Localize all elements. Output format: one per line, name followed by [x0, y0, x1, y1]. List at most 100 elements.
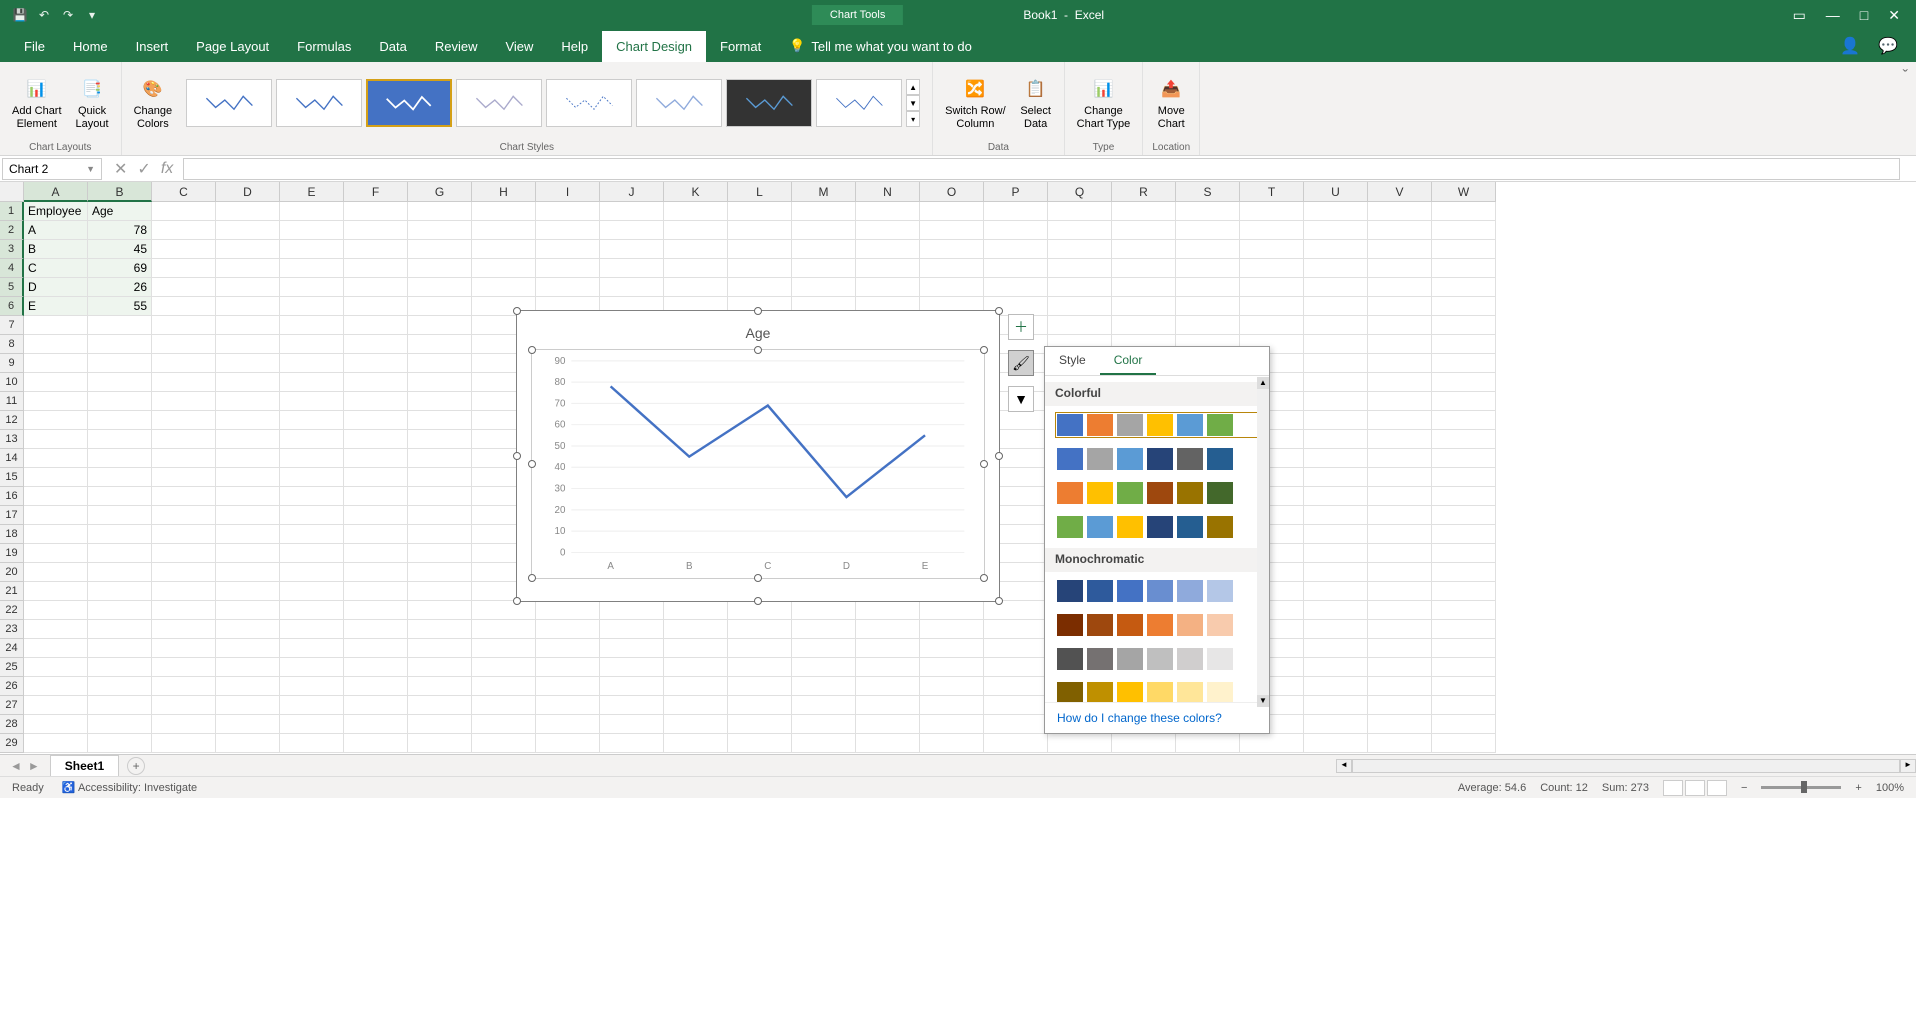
cell[interactable] [216, 221, 280, 240]
cell[interactable] [216, 240, 280, 259]
cell[interactable]: 26 [88, 278, 152, 297]
cell[interactable] [1368, 563, 1432, 582]
cell[interactable]: 55 [88, 297, 152, 316]
cell[interactable] [344, 373, 408, 392]
row-header[interactable]: 4 [0, 259, 24, 278]
cell[interactable] [88, 354, 152, 373]
resize-handle-e[interactable] [995, 452, 1003, 460]
cell[interactable] [152, 696, 216, 715]
column-header-W[interactable]: W [1432, 182, 1496, 202]
cell[interactable] [344, 430, 408, 449]
cell[interactable] [408, 734, 472, 753]
cell[interactable] [1368, 316, 1432, 335]
cell[interactable] [1368, 658, 1432, 677]
color-swatch[interactable] [1207, 448, 1233, 470]
cell[interactable] [88, 658, 152, 677]
cell[interactable]: B [24, 240, 88, 259]
cell[interactable] [216, 373, 280, 392]
cell[interactable] [792, 677, 856, 696]
column-header-J[interactable]: J [600, 182, 664, 202]
cell[interactable] [856, 658, 920, 677]
color-swatch[interactable] [1147, 482, 1173, 504]
cell[interactable] [216, 487, 280, 506]
cell[interactable] [88, 620, 152, 639]
cell[interactable] [664, 259, 728, 278]
hscroll-right[interactable]: ► [1900, 759, 1916, 773]
cell[interactable] [856, 734, 920, 753]
color-swatch[interactable] [1147, 414, 1173, 436]
cell[interactable] [408, 259, 472, 278]
cell[interactable] [152, 468, 216, 487]
cell[interactable] [1304, 278, 1368, 297]
color-swatch[interactable] [1087, 580, 1113, 602]
tab-review[interactable]: Review [421, 31, 492, 62]
cell[interactable] [1432, 373, 1496, 392]
tab-home[interactable]: Home [59, 31, 122, 62]
worksheet-grid[interactable]: ABCDEFGHIJKLMNOPQRSTUVW 1EmployeeAge2A78… [0, 182, 1916, 754]
cell[interactable] [408, 297, 472, 316]
cell[interactable] [1240, 734, 1304, 753]
quick-layout-button[interactable]: 📑 Quick Layout [72, 73, 113, 133]
cell[interactable] [280, 354, 344, 373]
cell[interactable] [152, 335, 216, 354]
cell[interactable] [88, 525, 152, 544]
color-swatch[interactable] [1117, 614, 1143, 636]
cell[interactable] [1304, 601, 1368, 620]
row-header[interactable]: 28 [0, 715, 24, 734]
cell[interactable] [280, 278, 344, 297]
cell[interactable] [88, 601, 152, 620]
cell[interactable] [344, 582, 408, 601]
cell[interactable] [408, 316, 472, 335]
column-header-K[interactable]: K [664, 182, 728, 202]
column-header-A[interactable]: A [24, 182, 88, 202]
cell[interactable] [1176, 221, 1240, 240]
chart-style-2[interactable] [276, 79, 362, 127]
color-swatch[interactable] [1177, 516, 1203, 538]
cell[interactable] [280, 544, 344, 563]
cell[interactable] [1176, 259, 1240, 278]
cell[interactable] [216, 335, 280, 354]
cell[interactable] [1368, 506, 1432, 525]
cell[interactable] [536, 734, 600, 753]
cell[interactable] [1048, 297, 1112, 316]
column-header-V[interactable]: V [1368, 182, 1432, 202]
cell[interactable] [1240, 278, 1304, 297]
cell[interactable] [536, 715, 600, 734]
cell[interactable] [24, 601, 88, 620]
cell[interactable] [408, 715, 472, 734]
select-data-button[interactable]: 📋 Select Data [1016, 73, 1056, 133]
resize-handle-ne[interactable] [995, 307, 1003, 315]
resize-handle-nw[interactable] [513, 307, 521, 315]
cell[interactable] [152, 582, 216, 601]
resize-handle-w[interactable] [513, 452, 521, 460]
cell[interactable] [1240, 316, 1304, 335]
cell[interactable] [280, 506, 344, 525]
cell[interactable] [728, 259, 792, 278]
ribbon-display-icon[interactable]: ▭ [1793, 7, 1806, 24]
cell[interactable] [408, 411, 472, 430]
color-swatch[interactable] [1117, 648, 1143, 670]
cell[interactable] [792, 221, 856, 240]
cell[interactable] [24, 335, 88, 354]
cell[interactable] [216, 468, 280, 487]
cell[interactable] [1304, 335, 1368, 354]
collapse-ribbon-icon[interactable]: ˇ [1903, 68, 1908, 86]
cell[interactable] [920, 240, 984, 259]
cell[interactable] [344, 563, 408, 582]
cell[interactable] [408, 221, 472, 240]
cell[interactable] [216, 677, 280, 696]
cell[interactable] [408, 677, 472, 696]
cell[interactable] [600, 658, 664, 677]
cell[interactable] [792, 658, 856, 677]
cell[interactable] [216, 544, 280, 563]
cell[interactable] [344, 525, 408, 544]
chart-style-5[interactable] [546, 79, 632, 127]
cell[interactable] [1304, 620, 1368, 639]
cell[interactable] [664, 677, 728, 696]
qa-customize-icon[interactable]: ▾ [84, 7, 100, 23]
cell[interactable] [472, 221, 536, 240]
cell[interactable]: A [24, 221, 88, 240]
cell[interactable] [24, 734, 88, 753]
cell[interactable] [1112, 297, 1176, 316]
cell[interactable] [1304, 468, 1368, 487]
